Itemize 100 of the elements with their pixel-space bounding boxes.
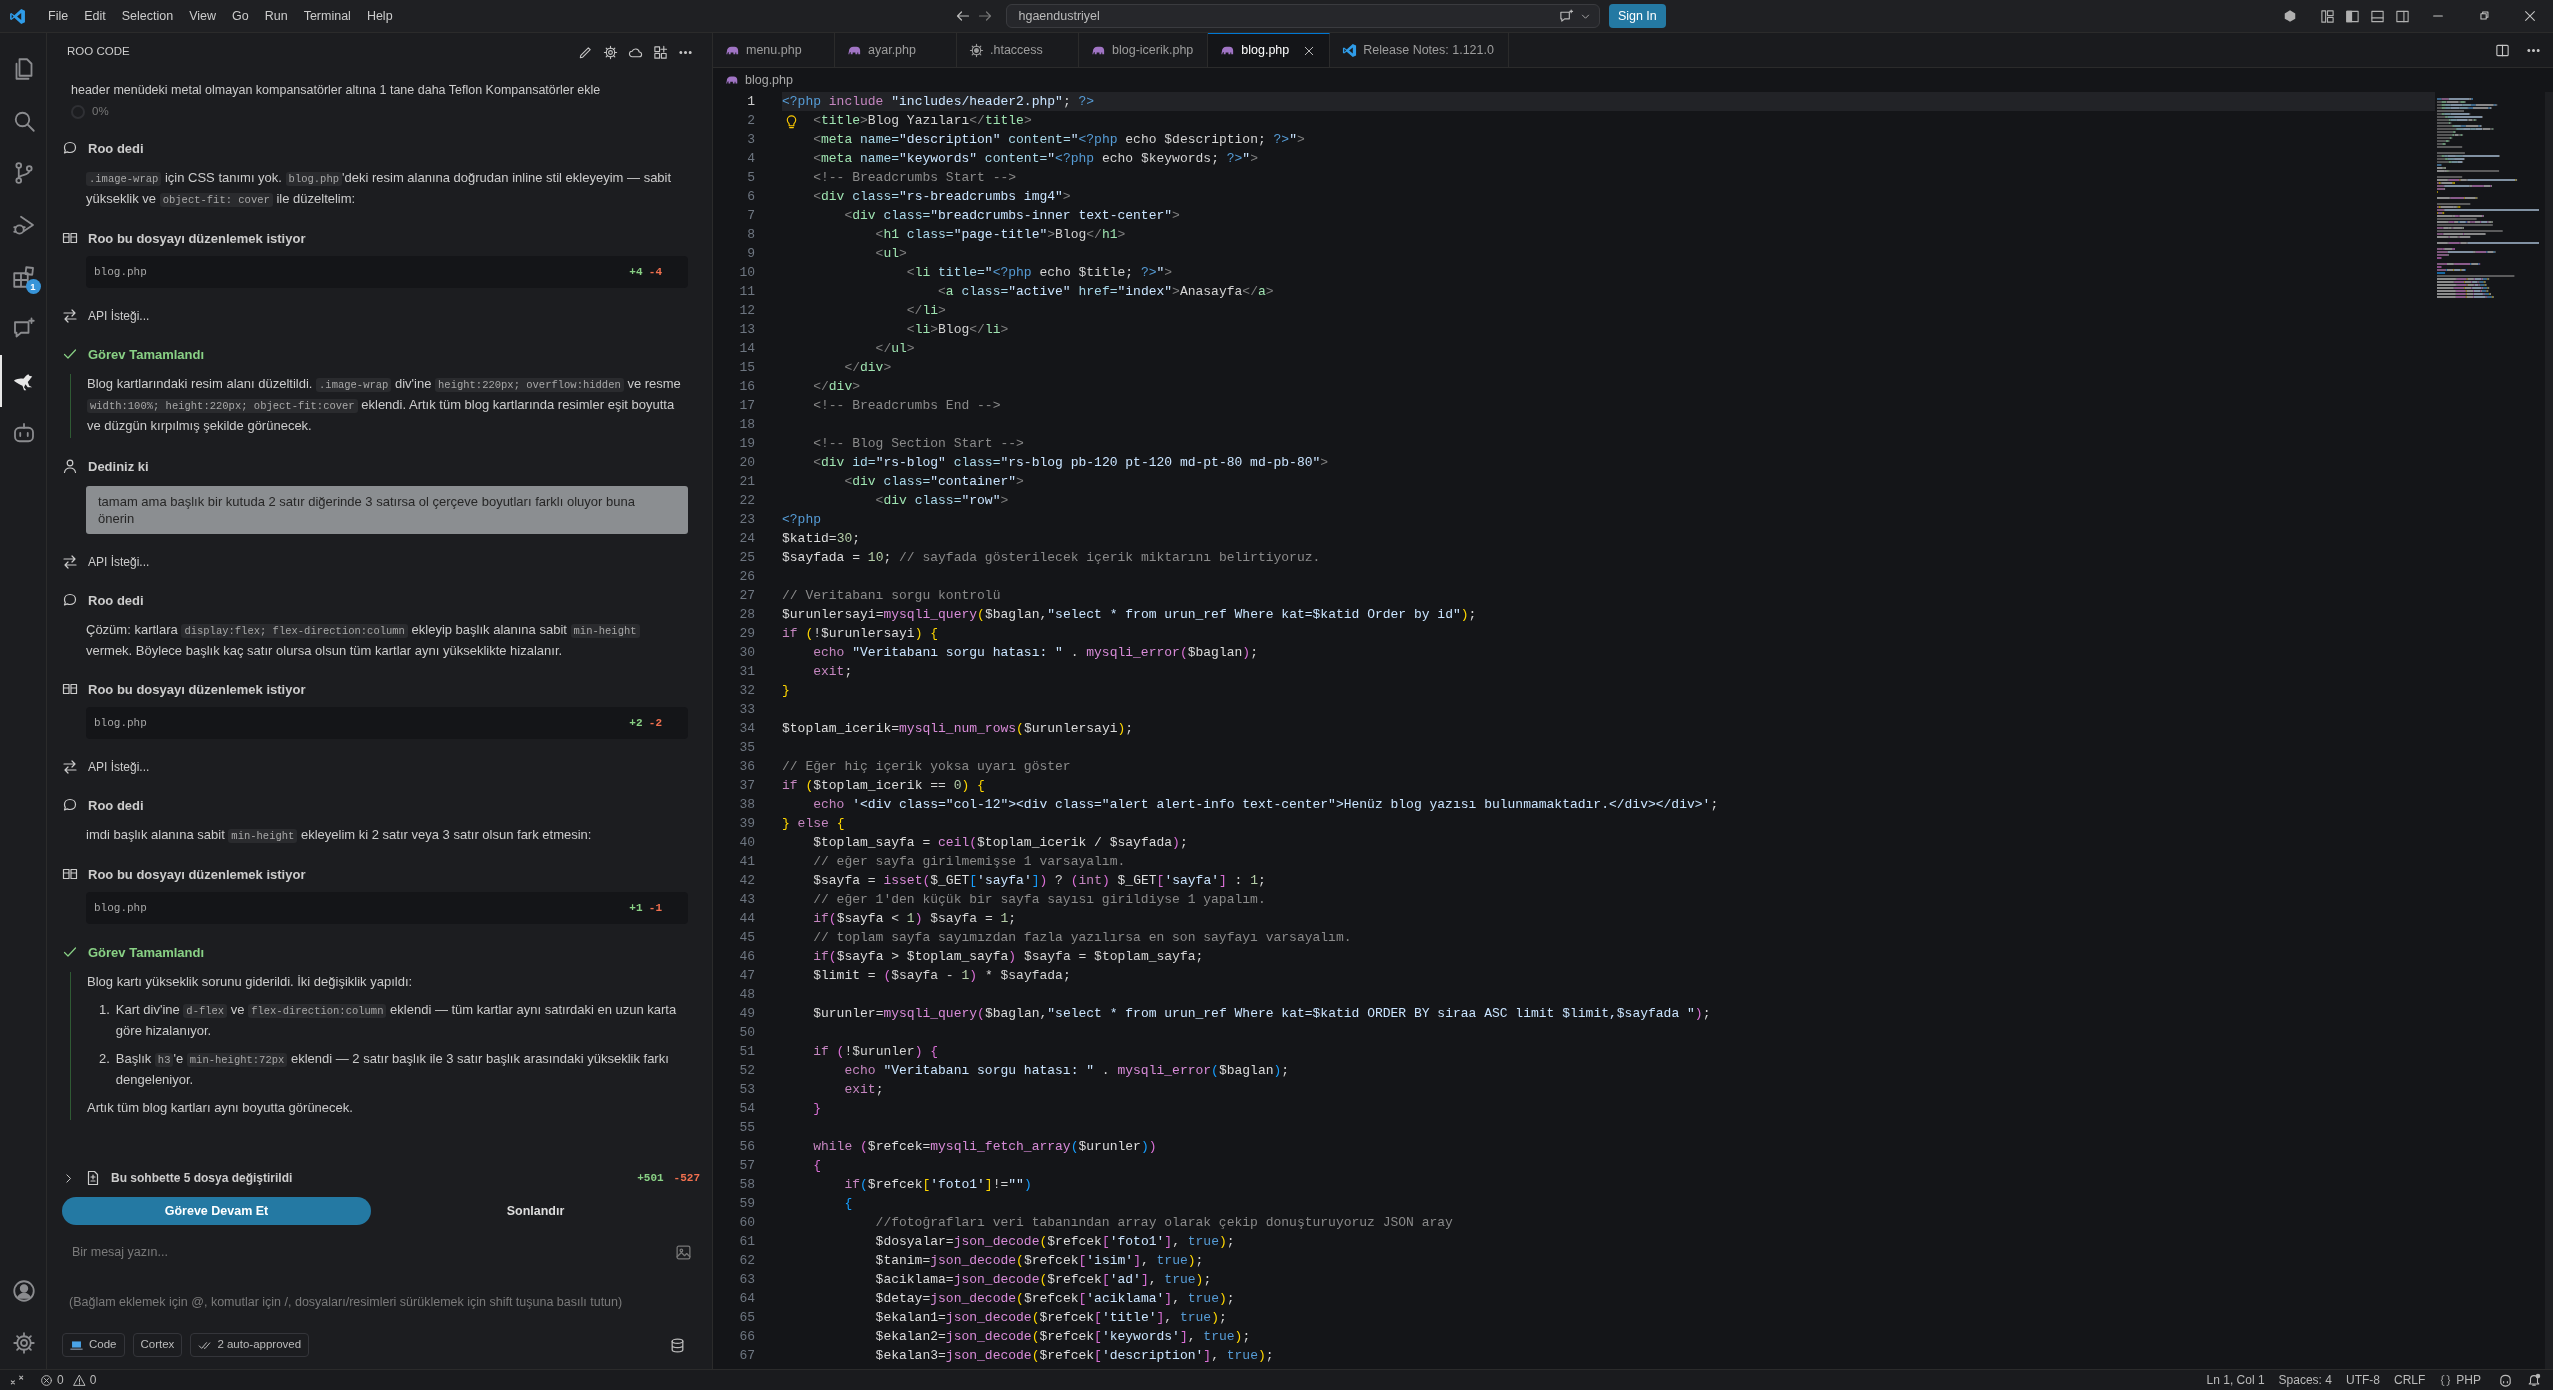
copilot-icon[interactable] xyxy=(2498,1372,2513,1388)
code-line: </ul> xyxy=(874,340,916,358)
menu-item[interactable]: File xyxy=(40,4,77,28)
line-number: 35 xyxy=(738,739,755,757)
back-arrow-icon[interactable] xyxy=(955,8,971,24)
menu-item[interactable]: Go xyxy=(224,4,257,28)
robot-icon[interactable] xyxy=(12,421,36,445)
file-diff-card[interactable]: blog.php +4 -4 xyxy=(86,256,688,289)
code-line: $aciklama=json_decode($refcek['ad'], true); xyxy=(874,1271,1213,1289)
minimap-drawing[interactable] xyxy=(2435,96,2541,301)
line-number: 37 xyxy=(738,777,755,795)
account-icon[interactable] xyxy=(12,1279,36,1303)
play-bug-icon[interactable] xyxy=(12,213,36,237)
status-item[interactable]: 0 xyxy=(70,1371,104,1389)
line-number: 26 xyxy=(738,568,755,586)
swap-arrows-icon xyxy=(62,554,78,571)
line-number: 5 xyxy=(746,169,755,187)
add-grid-icon[interactable] xyxy=(653,44,668,60)
message-input[interactable]: Bir mesaj yazın... xyxy=(70,1241,675,1263)
line-number: 40 xyxy=(738,834,755,852)
code-line: <!-- Breadcrumbs Start --> xyxy=(812,169,1018,187)
cube-icon[interactable] xyxy=(2283,9,2297,23)
command-center[interactable]: hgaendustriyel xyxy=(1005,4,1600,28)
code-line: if($sayfa < 1) $sayfa = 1; xyxy=(812,910,1018,928)
pencil-icon[interactable] xyxy=(578,44,593,60)
speech-bubble-icon xyxy=(62,140,78,157)
added-count: +2 xyxy=(629,716,643,731)
menu-item[interactable]: Terminal xyxy=(295,4,359,28)
forward-arrow-icon[interactable] xyxy=(977,8,994,24)
language-mode[interactable]: PHP xyxy=(2432,1371,2488,1389)
branch-icon[interactable] xyxy=(12,161,36,185)
toggle-sidebar-icon[interactable] xyxy=(2345,8,2360,24)
search-icon[interactable] xyxy=(12,109,36,133)
menu-item[interactable]: Run xyxy=(256,4,296,28)
line-number: 17 xyxy=(738,397,755,415)
layout-icon[interactable] xyxy=(2320,8,2335,24)
code-line: </li> xyxy=(905,302,947,320)
code-line: $sayfa = isset($_GET['sayfa']) ? (int) $_GET['sayfa'] : 1; xyxy=(812,872,1267,890)
file-diff-card[interactable]: blog.php +2 -2 xyxy=(86,707,688,740)
menu-item[interactable]: Selection xyxy=(113,4,182,28)
code-line: while ($refcek=mysqli_fetch_array($urunler)) xyxy=(812,1138,1158,1156)
code-line: if($sayfa > $toplam_sayfa) $sayfa = $toplam_sayfa; xyxy=(812,948,1205,966)
added-count: +501 xyxy=(637,1171,664,1186)
status-item[interactable]: UTF-8 xyxy=(2338,1371,2387,1389)
split-editor-icon[interactable] xyxy=(2495,43,2510,58)
end-button[interactable]: Sonlandır xyxy=(371,1200,700,1222)
settings-icon[interactable] xyxy=(12,1331,36,1355)
editor-tab[interactable]: blog.php xyxy=(1208,33,1331,67)
message-text: Blog kartı yükseklik sorunu giderildi. İki değişiklik yapıldı: xyxy=(87,973,414,992)
blocks-icon[interactable] xyxy=(12,265,36,289)
line-number: 42 xyxy=(738,872,755,890)
chat-sparkle-icon[interactable] xyxy=(1558,8,1574,24)
message-title: Roo dedi xyxy=(88,796,144,815)
mode-chip[interactable]: Code xyxy=(62,1333,125,1357)
message-text: Çözüm: kartlara display:flex; flex-direction:column ekleyip başlık alanına sabit min-height vermek. Böylece başlık kaç satır olursa olsun tüm kartlar aynı yükseklikte hizalanır. xyxy=(86,620,688,662)
sign-in-button[interactable]: Sign In xyxy=(1608,3,1666,29)
toggle-secondary-sidebar-icon[interactable] xyxy=(2395,8,2410,24)
status-item[interactable]: 0 xyxy=(38,1371,71,1389)
lightbulb-icon[interactable] xyxy=(784,114,799,130)
toggle-panel-icon[interactable] xyxy=(2370,8,2385,24)
mode-chip[interactable]: 2 auto-approved xyxy=(190,1333,310,1357)
added-count: +1 xyxy=(629,901,643,916)
restore-icon[interactable] xyxy=(2477,9,2491,23)
code-line: $katid=30; xyxy=(782,530,862,548)
message-title: Roo bu dosyayı düzenlemek istiyor xyxy=(88,229,306,248)
menu-item[interactable]: Help xyxy=(358,4,401,28)
close-icon[interactable] xyxy=(2523,9,2537,23)
code-line: <meta name="keywords" content="<?php echo $keywords; ?>"> xyxy=(812,150,1259,168)
warning-icon xyxy=(72,1373,86,1387)
menu-item[interactable]: Edit xyxy=(76,4,114,28)
code-line: echo "Veritabanı sorgu hatası: " . mysqli_error($baglan); xyxy=(812,644,1259,662)
changed-files-label[interactable]: Bu sohbette 5 dosya değiştirildi xyxy=(111,1169,628,1188)
line-number: 34 xyxy=(738,720,755,738)
message-title: Roo dedi xyxy=(88,139,144,158)
status-item[interactable]: Spaces: 4 xyxy=(2271,1371,2339,1389)
close-icon[interactable] xyxy=(1303,44,1316,57)
line-number: 29 xyxy=(738,625,755,643)
database-icon[interactable] xyxy=(669,1336,686,1354)
code-line: </div> xyxy=(812,378,862,396)
continue-button[interactable]: Göreve Devam Et xyxy=(62,1197,371,1226)
removed-count: -4 xyxy=(648,265,662,280)
list-number: 1. xyxy=(99,1001,110,1020)
speech-bubble-icon xyxy=(62,797,78,814)
breadcrumb[interactable]: blog.php xyxy=(745,70,793,90)
code-line: $ekalan1=json_decode($refcek['title'], true); xyxy=(874,1309,1228,1327)
line-number: 16 xyxy=(738,378,755,396)
menu-item[interactable]: View xyxy=(181,4,224,28)
file-diff-card[interactable]: blog.php +1 -1 xyxy=(86,892,688,925)
settings-icon[interactable] xyxy=(603,44,618,60)
line-number: 33 xyxy=(738,701,755,719)
status-item[interactable]: Ln 1, Col 1 xyxy=(2199,1371,2272,1389)
status-item[interactable]: CRLF xyxy=(2386,1371,2433,1389)
mode-chip[interactable]: Cortex xyxy=(132,1333,183,1357)
removed-count: -1 xyxy=(648,901,662,916)
bell-icon[interactable] xyxy=(2527,1373,2541,1387)
line-number: 4 xyxy=(746,150,755,168)
code-line: // eğer sayfa girilmemişse 1 varsayalım. xyxy=(812,853,1127,871)
image-icon[interactable] xyxy=(675,1243,692,1261)
code-line: </div> xyxy=(843,359,893,377)
message-title: API İsteği... xyxy=(88,759,150,777)
